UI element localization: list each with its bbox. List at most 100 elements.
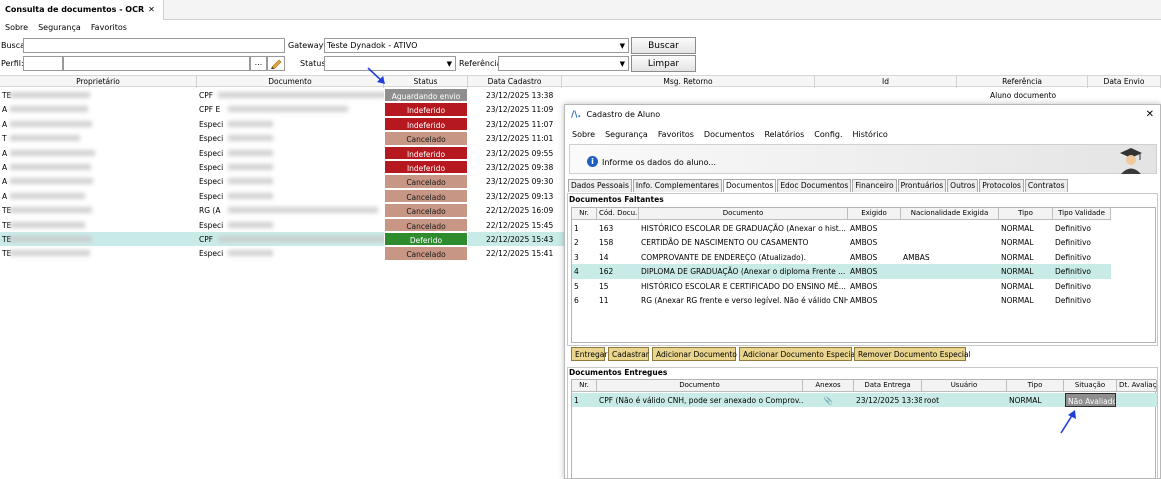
redacted-owner: [10, 164, 91, 170]
tab-protocolos[interactable]: Protocolos: [979, 179, 1024, 192]
entregues-col-header[interactable]: Situação: [1064, 380, 1117, 392]
tab-outros[interactable]: Outros: [947, 179, 979, 192]
document-tab-bar: Consulta de documentos - OCR ✕: [0, 0, 1161, 20]
remover-documento-especial-button[interactable]: Remover Documento Especial: [854, 347, 971, 361]
tab-info-complementares[interactable]: Info. Complementares: [632, 179, 722, 192]
chevron-down-icon: ▼: [619, 42, 625, 50]
col-status[interactable]: Status: [384, 76, 468, 88]
faltantes-row[interactable]: 6 11 RG (Anexar RG frente e verso legível.…: [572, 293, 1111, 307]
redacted-owner: [10, 236, 92, 242]
tab-financeiro[interactable]: Financeiro: [852, 179, 897, 192]
dialog-menu-documentos[interactable]: Documentos: [704, 130, 755, 139]
col-proprietario[interactable]: Proprietário: [0, 76, 197, 88]
annotation-arrow-icon: [1060, 410, 1076, 434]
redacted-document: [228, 164, 273, 170]
dialog-close-icon[interactable]: ✕: [1146, 109, 1154, 120]
dialog-menu-favoritos[interactable]: Favoritos: [658, 130, 694, 139]
tab-consulta-documentos[interactable]: Consulta de documentos - OCR ✕: [0, 0, 164, 20]
referencia-select[interactable]: ▼: [498, 56, 629, 71]
entregues-row[interactable]: 1 CPF (Não é válido CNH, pode ser anexado…: [572, 393, 1157, 408]
status-badge: Cancelado: [384, 246, 468, 261]
faltantes-cell-val: Definitivo: [1055, 252, 1092, 262]
limpar-button[interactable]: Limpar: [631, 55, 696, 72]
cadastro-aluno-dialog: /\. Cadastro de Aluno ✕ Sobre Segurança …: [564, 104, 1161, 479]
tab-dados-pessoais[interactable]: Dados Pessoais: [568, 179, 632, 192]
col-id[interactable]: Id: [815, 76, 957, 88]
entregues-col-header[interactable]: Usuário: [922, 380, 1007, 392]
faltantes-cell-val: Definitivo: [1055, 224, 1092, 233]
edit-pencil-icon[interactable]: [267, 56, 285, 71]
faltantes-row[interactable]: 5 15 HISTÓRICO ESCOLAR E CERTIFICADO DO EN…: [572, 279, 1111, 293]
faltantes-cell-exig: AMBOS: [850, 267, 878, 277]
entregues-col-header[interactable]: Tipo: [1007, 380, 1064, 392]
col-data-cadastro[interactable]: Data Cadastro: [468, 76, 562, 88]
data-cadastro-cell: 22/12/2025 15:41: [486, 249, 554, 259]
close-tab-icon[interactable]: ✕: [148, 5, 155, 14]
tab-edoc-documentos[interactable]: Edoc Documentos: [777, 179, 852, 192]
faltantes-col-header[interactable]: Exigido: [848, 208, 901, 220]
faltantes-row[interactable]: 1 163 HISTÓRICO ESCOLAR DE GRADUAÇÃO (Anex…: [572, 221, 1111, 235]
dialog-menu-sobre[interactable]: Sobre: [572, 130, 595, 139]
faltantes-cell-nr: 4: [574, 267, 579, 277]
menu-item-sobre[interactable]: Sobre: [5, 23, 28, 34]
entregues-cell-doc: CPF (Não é válido CNH, pode ser anexado …: [599, 396, 803, 405]
status-select[interactable]: ▼: [324, 56, 456, 71]
faltantes-row[interactable]: 4 162 DIPLOMA DE GRADUAÇÃO (Anexar o diplo…: [572, 264, 1111, 279]
entregues-cell-nr: 1: [574, 396, 579, 405]
entregues-col-header[interactable]: Nr.: [572, 380, 597, 392]
faltantes-cell-val: Definitivo: [1055, 281, 1092, 291]
entregues-col-header[interactable]: Data Entrega: [854, 380, 922, 392]
faltantes-cell-cod: 14: [599, 252, 609, 262]
tab-contratos[interactable]: Contratos: [1024, 179, 1068, 192]
data-cadastro-cell: 22/12/2025 16:09: [486, 206, 554, 216]
table-row[interactable]: TE CPF Aguardando envio 23/12/2025 13:38 Alu…: [0, 88, 1161, 103]
buscar-button[interactable]: Buscar: [631, 37, 696, 54]
data-cadastro-cell: 23/12/2025 11:09: [486, 105, 554, 115]
entregues-col-header[interactable]: Dt. Avaliação: [1117, 380, 1157, 392]
adicionar-documento-button[interactable]: Adicionar Documento: [652, 347, 737, 361]
faltantes-col-header[interactable]: Nacionalidade Exigida: [901, 208, 999, 220]
col-documento[interactable]: Documento: [197, 76, 384, 88]
entregues-col-header[interactable]: Documento: [597, 380, 803, 392]
data-cadastro-cell: 23/12/2025 13:38: [486, 91, 554, 100]
faltantes-col-header[interactable]: Documento: [639, 208, 848, 220]
status-badge: Cancelado: [384, 203, 468, 218]
referencia-cell: Aluno documento: [990, 91, 1057, 100]
redacted-document: [228, 178, 273, 185]
faltantes-row[interactable]: 2 158 CERTIDÃO DE NASCIMENTO OU CASAMENTO A…: [572, 235, 1111, 249]
faltantes-col-header[interactable]: Cód. Docu...: [597, 208, 639, 220]
busca-input[interactable]: [23, 38, 285, 53]
faltantes-col-header[interactable]: Tipo Validade: [1053, 208, 1111, 220]
perfil-code-input[interactable]: [23, 56, 63, 71]
adicionar-documento-especial-button[interactable]: Adicionar Documento Especial: [739, 347, 857, 361]
faltantes-row[interactable]: 3 14 COMPROVANTE DE ENDEREÇO (Atualizado).…: [572, 250, 1111, 264]
dialog-menu-relatorios[interactable]: Relatórios: [764, 130, 804, 139]
perfil-name-input[interactable]: [63, 56, 250, 71]
redacted-document: [228, 207, 378, 214]
tab-prontu-rios[interactable]: Prontuários: [897, 179, 947, 192]
entregar-button[interactable]: Entregar: [571, 347, 607, 361]
dialog-menu-config[interactable]: Config.: [814, 130, 842, 139]
gateway-select[interactable]: Teste Dynadok - ATIVO ▼: [324, 38, 629, 53]
faltantes-col-header[interactable]: Tipo: [999, 208, 1053, 220]
entregues-col-header[interactable]: Anexos: [803, 380, 854, 392]
info-icon: i: [587, 156, 598, 167]
tab-documentos[interactable]: Documentos: [722, 179, 777, 192]
dialog-menu-historico[interactable]: Histórico: [853, 130, 888, 139]
data-cadastro-cell: 23/12/2025 11:07: [486, 119, 554, 129]
cadastrar-button[interactable]: Cadastrar: [608, 347, 649, 361]
faltantes-cell-cod: 15: [599, 281, 609, 291]
col-data-envio[interactable]: Data Envio: [1088, 76, 1161, 88]
entregues-cell-data: 23/12/2025 13:38: [856, 396, 922, 405]
col-referencia[interactable]: Referência: [957, 76, 1088, 88]
dialog-menu-seguranca[interactable]: Segurança: [605, 130, 648, 139]
menu-item-favoritos[interactable]: Favoritos: [91, 23, 127, 34]
info-text: Informe os dados do aluno...: [602, 158, 716, 167]
faltantes-col-header[interactable]: Nr.: [572, 208, 597, 220]
paperclip-icon[interactable]: 📎: [803, 393, 854, 407]
menu-item-seguranca[interactable]: Segurança: [38, 23, 81, 34]
annotation-arrow-icon: [367, 67, 385, 84]
graduate-icon: [1120, 148, 1142, 174]
col-msg-retorno[interactable]: Msg. Retorno: [562, 76, 815, 88]
perfil-browse-button[interactable]: ...: [250, 56, 267, 71]
